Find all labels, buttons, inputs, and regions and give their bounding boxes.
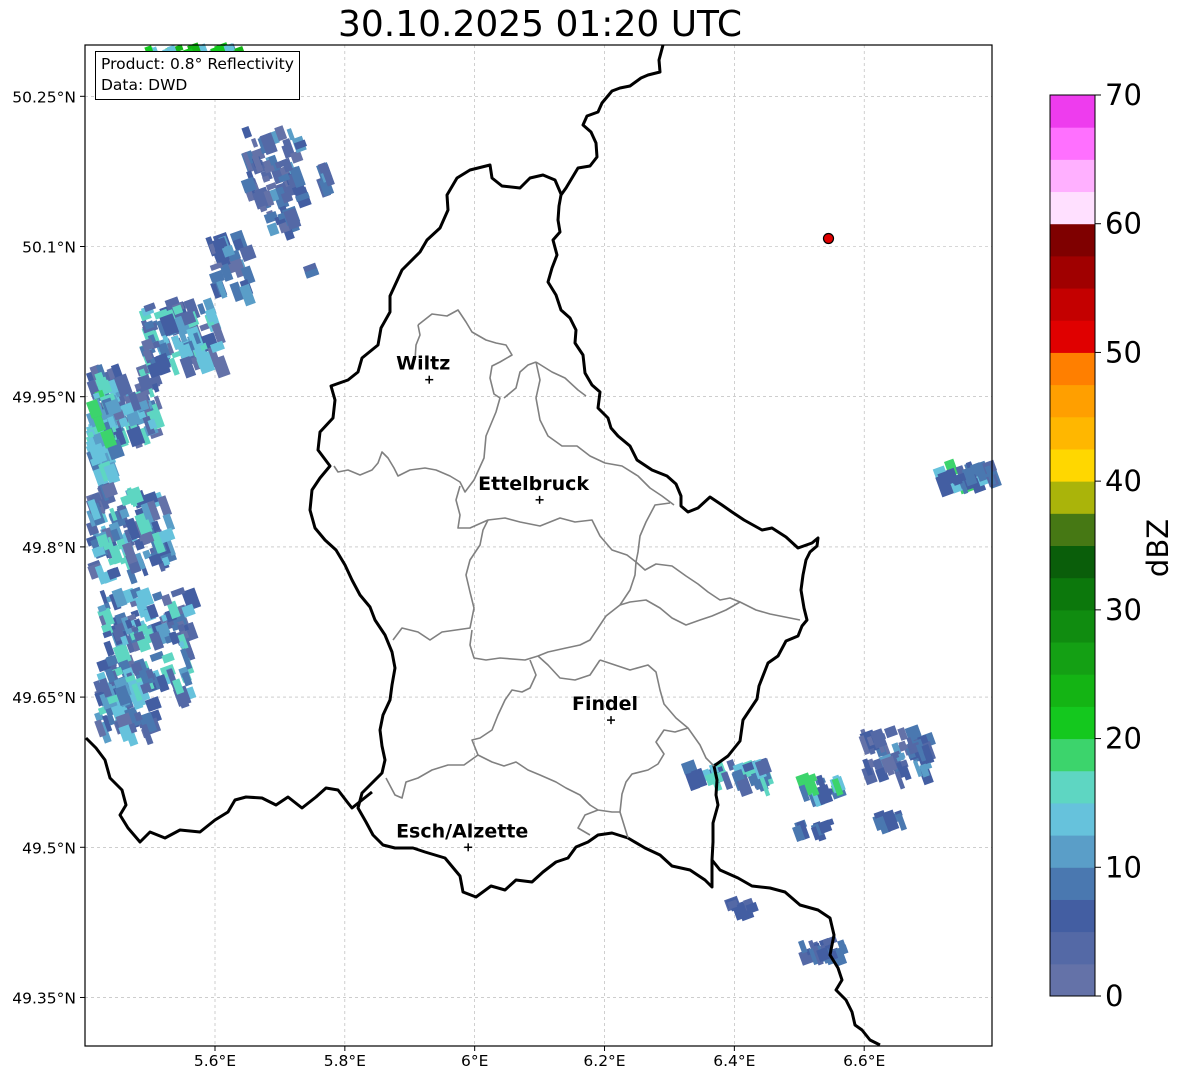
- gridlines: [85, 45, 992, 1046]
- lon-tick-label: 6°E: [461, 1052, 488, 1070]
- colorbar-swatch: [1050, 931, 1095, 965]
- lat-tick-label: 49.95°N: [12, 389, 76, 407]
- colorbar-tick-label: 0: [1105, 979, 1123, 1013]
- colorbar-swatch: [1050, 642, 1095, 675]
- belgium-france-border: [84, 736, 373, 844]
- colorbar-swatch: [1050, 95, 1095, 128]
- city-markers: Wiltz Ettelbruck Findel Esch/Alzette: [396, 232, 835, 852]
- lon-tick-label: 6.6°E: [843, 1052, 885, 1070]
- radar-echo: [152, 591, 164, 602]
- colorbar-swatch: [1050, 191, 1095, 225]
- colorbar-swatch: [1050, 223, 1095, 257]
- colorbar-tick-label: 60: [1105, 207, 1142, 241]
- colorbar-tick-label: 40: [1105, 464, 1142, 498]
- colorbar-swatch: [1050, 963, 1095, 997]
- colorbar-swatch: [1050, 320, 1095, 353]
- colorbar-swatch: [1050, 159, 1095, 193]
- lat-tick-label: 49.65°N: [12, 689, 76, 707]
- colorbar-swatch: [1050, 899, 1095, 933]
- data-source-label: Data: DWD: [101, 76, 188, 94]
- radar-echo: [883, 725, 898, 739]
- colorbar-swatch: [1050, 352, 1095, 386]
- colorbar: 0 10 20 30 40 50 60 70 dBZ: [1049, 78, 1175, 1013]
- lat-tick-label: 49.5°N: [22, 839, 76, 857]
- radar-echo: [209, 261, 223, 271]
- colorbar-swatch: [1050, 674, 1095, 707]
- axis-ticks: 50.25°N 50.1°N 49.95°N 49.8°N 49.65°N 49.5°N 4…: [12, 88, 885, 1070]
- colorbar-swatch: [1050, 416, 1095, 450]
- lon-tick-label: 6.2°E: [583, 1052, 625, 1070]
- colorbar-tick-label: 70: [1105, 78, 1142, 112]
- france-germany-border: [710, 859, 881, 1047]
- colorbar-swatch: [1050, 513, 1095, 546]
- colorbar-swatch: [1050, 770, 1095, 804]
- colorbar-tick-label: 30: [1105, 593, 1142, 627]
- lat-tick-label: 50.1°N: [22, 239, 76, 257]
- city-label: Wiltz: [396, 353, 450, 375]
- radar-echoes: [85, 42, 1002, 967]
- city-label: Findel: [572, 693, 638, 715]
- lon-tick-label: 5.8°E: [324, 1052, 366, 1070]
- colorbar-swatch: [1050, 609, 1095, 643]
- colorbar-swatch: [1050, 867, 1095, 900]
- radar-map: 50.25°N 50.1°N 49.95°N 49.8°N 49.65°N 49.5°N 4…: [12, 42, 1175, 1070]
- location-marker: [822, 232, 835, 245]
- lat-tick-label: 49.35°N: [12, 989, 76, 1007]
- radar-echo: [103, 640, 115, 657]
- colorbar-swatch: [1050, 802, 1095, 836]
- colorbar-tick-label: 50: [1105, 335, 1142, 369]
- colorbar-swatch: [1050, 448, 1095, 482]
- city-label: Esch/Alzette: [396, 820, 528, 842]
- colorbar-swatch: [1050, 255, 1095, 289]
- radar-echo: [798, 939, 808, 954]
- colorbar-swatch: [1050, 127, 1095, 160]
- lat-tick-label: 49.8°N: [22, 539, 76, 557]
- radar-echo: [157, 495, 173, 517]
- colorbar-swatch: [1050, 545, 1095, 579]
- colorbar-swatch: [1050, 738, 1095, 772]
- radar-echo: [161, 652, 175, 664]
- colorbar-swatch: [1050, 835, 1095, 868]
- map-frame: [84, 44, 993, 1047]
- radar-echo: [241, 126, 253, 139]
- lon-tick-label: 5.6°E: [194, 1052, 236, 1070]
- product-label: Product: 0.8° Reflectivity: [101, 55, 294, 73]
- colorbar-label: dBZ: [1141, 519, 1175, 577]
- radar-echo: [250, 137, 259, 148]
- product-info-box: Product: 0.8° Reflectivity Data: DWD: [95, 51, 300, 100]
- colorbar-swatch: [1050, 384, 1095, 418]
- city-label: Ettelbruck: [478, 473, 589, 495]
- colorbar-tick-label: 10: [1105, 850, 1142, 884]
- radar-echo: [211, 355, 231, 379]
- colorbar-swatch: [1050, 288, 1095, 321]
- colorbar-swatch: [1050, 577, 1095, 611]
- colorbar-swatch: [1050, 481, 1095, 514]
- lon-tick-label: 6.4°E: [713, 1052, 755, 1070]
- colorbar-tick-label: 20: [1105, 722, 1142, 756]
- colorbar-swatch: [1050, 706, 1095, 740]
- canton-borders: [333, 309, 801, 839]
- lat-tick-label: 50.25°N: [12, 88, 76, 106]
